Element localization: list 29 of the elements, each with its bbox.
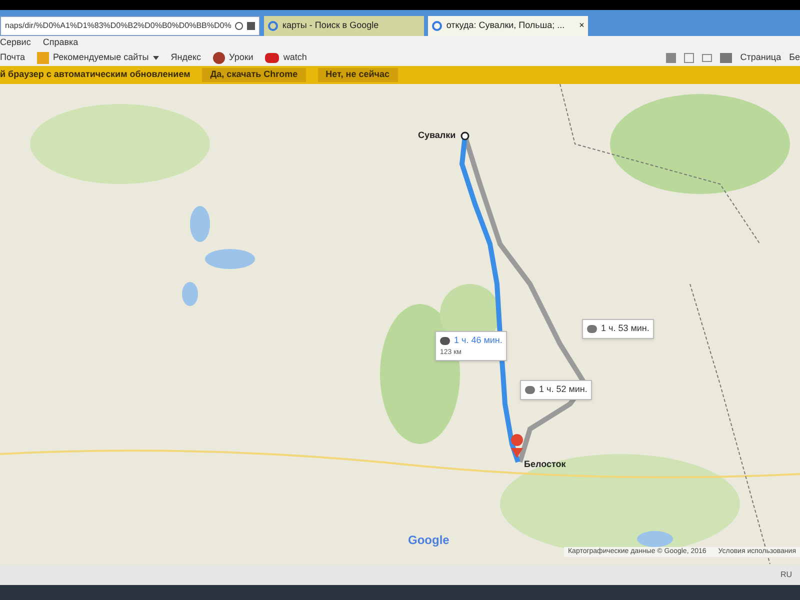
notification-text: й браузер с автоматическим обновлением <box>0 68 190 82</box>
destination-label: Белосток <box>524 458 566 471</box>
toolbar-menu[interactable]: Бе <box>789 51 800 65</box>
address-field[interactable]: naps/dir/%D0%A1%D1%83%D0%B2%D0%B0%D0%BB%D0% <box>0 16 260 36</box>
favorites-link[interactable]: Рекомендуемые сайты <box>37 51 159 65</box>
favorites-link[interactable]: Почта <box>0 51 25 65</box>
toolbar-menu[interactable]: Страница <box>740 51 782 65</box>
destination-pin-icon <box>511 434 523 458</box>
favorites-link[interactable]: watch <box>265 51 307 65</box>
browser-tab[interactable]: откуда: Сувалки, Польша; ... × <box>428 16 588 36</box>
favorites-link[interactable]: Уроки <box>213 51 254 65</box>
notification-button[interactable]: Нет, не сейчас <box>318 68 398 82</box>
tab-title: карты - Поиск в Google <box>282 19 379 32</box>
menu-item[interactable]: Сервис <box>0 36 31 50</box>
google-logo: Google <box>408 532 450 549</box>
origin-marker <box>460 132 470 140</box>
notification-button[interactable]: Да, скачать Chrome <box>202 68 306 82</box>
url-text: naps/dir/%D0%A1%D1%83%D0%B2%D0%B0%D0%BB%D0% <box>5 20 232 32</box>
origin-label: Сувалки <box>418 129 456 142</box>
tab-title: откуда: Сувалки, Польша; ... <box>446 19 565 32</box>
favorites-link[interactable]: Яндекс <box>170 51 202 65</box>
language-indicator[interactable]: RU <box>780 569 792 581</box>
caret-icon <box>152 56 159 60</box>
browser-tab[interactable]: карты - Поиск в Google <box>264 16 424 36</box>
video-icon <box>265 53 280 63</box>
menu-item[interactable]: Справка <box>42 36 78 50</box>
route-duration-callout[interactable]: 1 ч. 52 мин. <box>520 380 592 400</box>
close-icon[interactable]: × <box>579 19 584 33</box>
route-duration-callout[interactable]: 1 ч. 53 мин. <box>582 319 654 338</box>
